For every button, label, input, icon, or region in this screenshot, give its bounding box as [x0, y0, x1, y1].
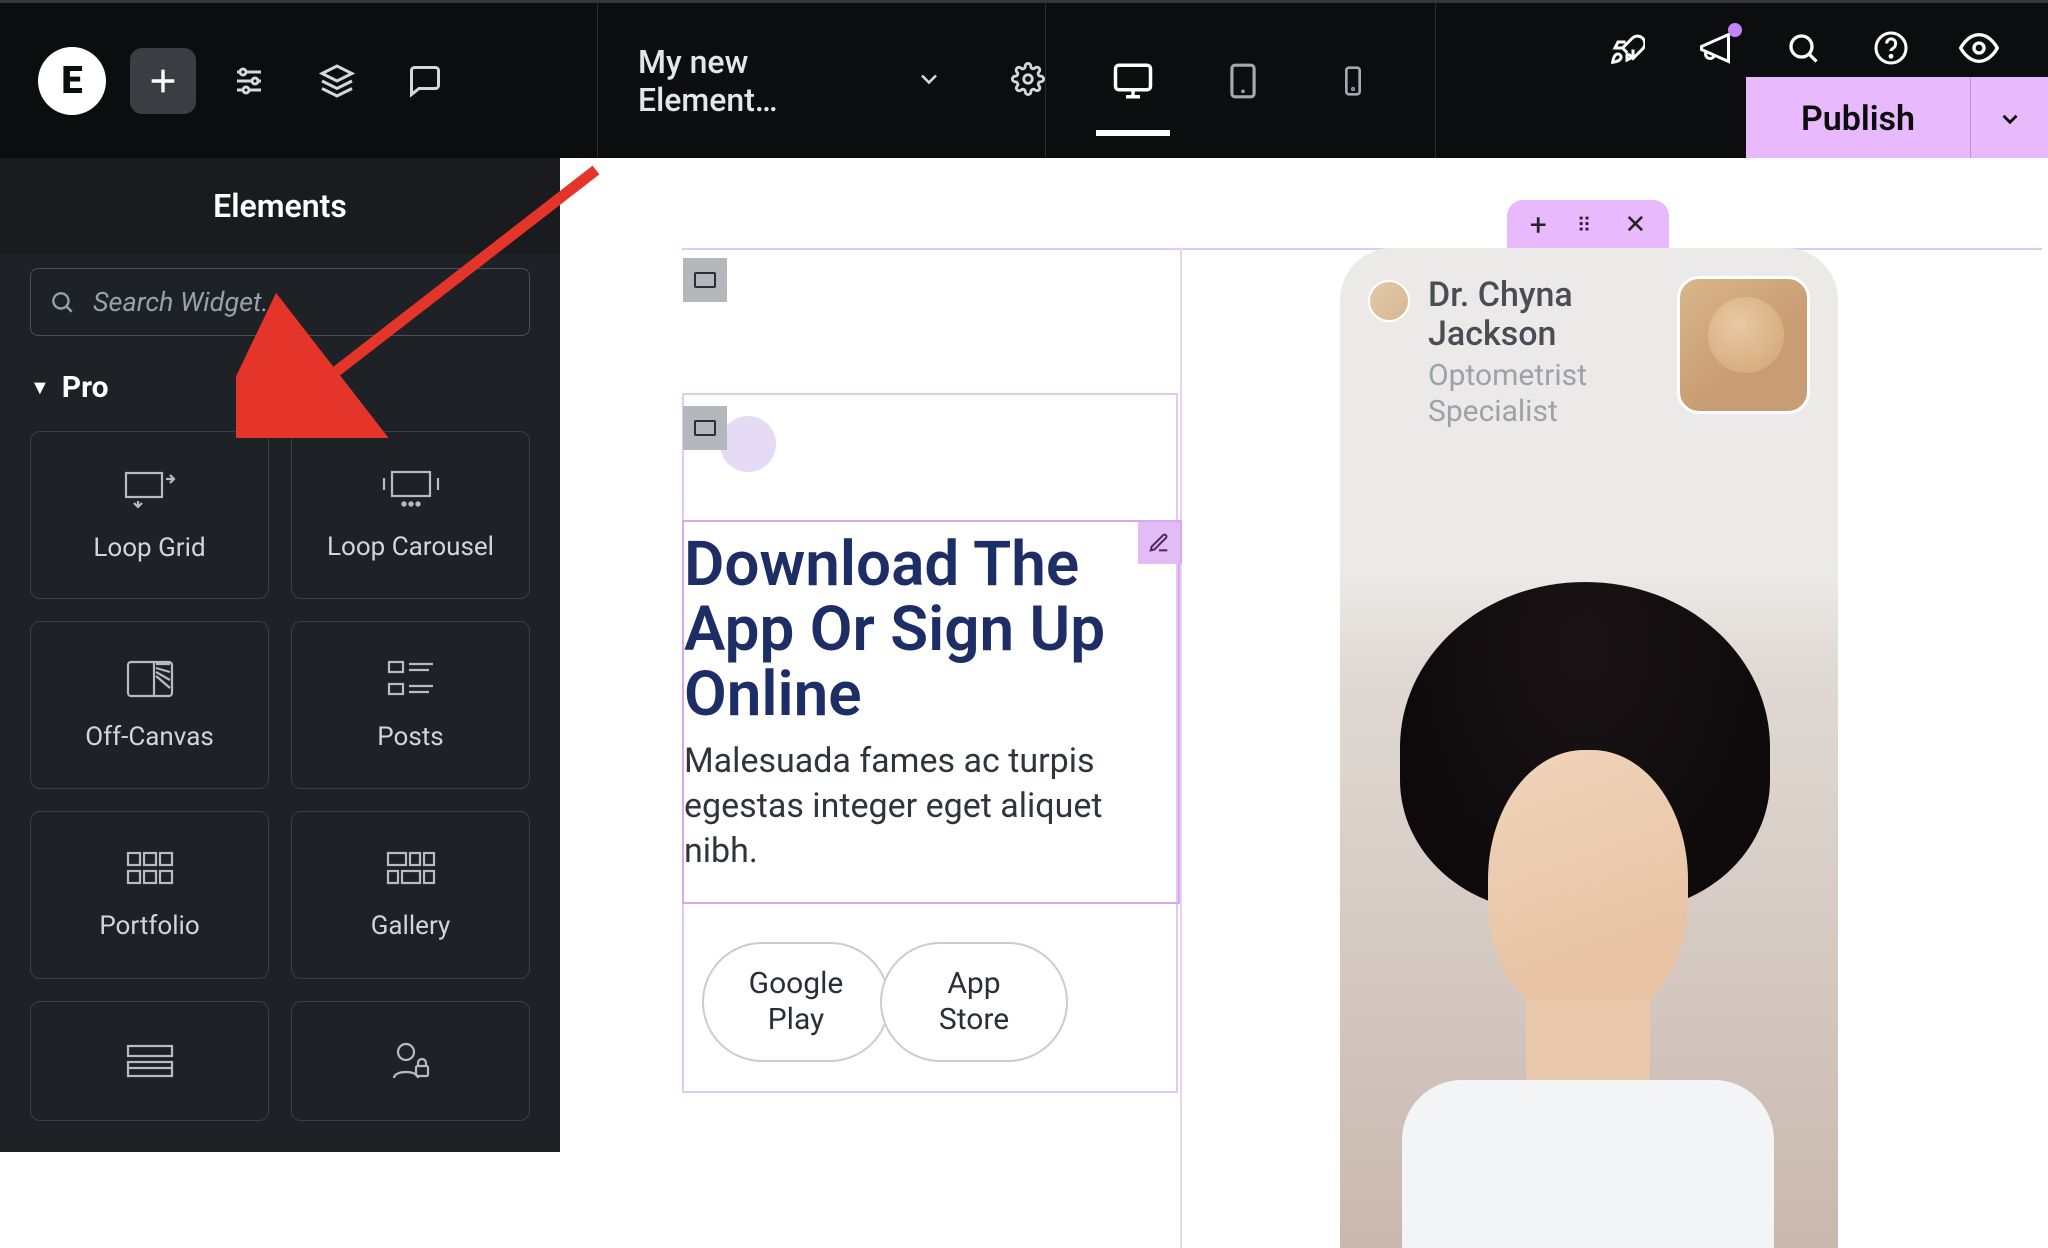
- section-add-icon[interactable]: +: [1530, 208, 1547, 243]
- search-icon[interactable]: [1782, 27, 1824, 69]
- heading-text: Download The App Or Sign Up Online: [684, 522, 1178, 739]
- widget-label: Gallery: [371, 911, 451, 941]
- widget-label: Loop Carousel: [327, 532, 494, 562]
- top-bar: E My new Element…: [0, 0, 2048, 158]
- section-handle: + ⠿ ✕: [1507, 200, 1669, 250]
- announcement-icon[interactable]: [1694, 27, 1736, 69]
- gallery-icon: [384, 849, 438, 889]
- widget-gallery[interactable]: Gallery: [291, 811, 530, 979]
- widget-label: Off-Canvas: [85, 722, 214, 752]
- container-handle-2[interactable]: [683, 406, 727, 450]
- widget-portfolio[interactable]: Portfolio: [30, 811, 269, 979]
- canvas: Download The App Or Sign Up Online Males…: [560, 158, 2048, 1152]
- column-divider: [1180, 248, 1182, 1248]
- phone-card-header: Dr. Chyna Jackson Optometrist Specialist: [1368, 276, 1810, 430]
- topbar-right: [1606, 15, 2048, 81]
- layers-icon[interactable]: [302, 48, 372, 114]
- widget-grid: Loop Grid Loop Carousel Off-Canvas Posts…: [0, 431, 560, 1121]
- publish-bar: Publish: [1746, 77, 2048, 161]
- doctor-name: Dr. Chyna Jackson: [1428, 276, 1659, 354]
- title-chevron-down-icon[interactable]: [915, 65, 943, 97]
- publish-options-caret[interactable]: [1970, 77, 2048, 161]
- widget-loop-grid[interactable]: Loop Grid: [30, 431, 269, 599]
- widget-label: Posts: [377, 722, 443, 752]
- document-title-group[interactable]: My new Element…: [598, 3, 1046, 158]
- store-btn-line2: Store: [939, 1002, 1009, 1037]
- document-title: My new Element…: [638, 43, 887, 119]
- widget-label: Loop Grid: [93, 533, 205, 563]
- search-input[interactable]: Search Widget...: [30, 268, 530, 336]
- user-lock-partial-icon: [390, 1040, 432, 1082]
- search-icon: [49, 289, 75, 315]
- add-element-button[interactable]: [130, 48, 196, 114]
- device-mobile[interactable]: [1298, 36, 1408, 126]
- comment-icon[interactable]: [390, 48, 460, 114]
- edit-widget-handle[interactable]: [1138, 520, 1182, 564]
- store-btn-line2: Play: [768, 1002, 825, 1037]
- container-handle-1[interactable]: [683, 258, 727, 302]
- phone-photo: [1340, 570, 1838, 1248]
- publish-button[interactable]: Publish: [1746, 77, 1970, 161]
- avatar-large: [1677, 276, 1810, 414]
- search-placeholder: Search Widget...: [93, 286, 282, 318]
- cursor-indicator: [720, 416, 776, 472]
- preview-eye-icon[interactable]: [1958, 27, 2000, 69]
- loop-carousel-icon: [380, 468, 442, 510]
- section-label: Pro: [62, 370, 109, 405]
- sidebar: Elements Search Widget... ▼ Pro Loop Gri…: [0, 158, 560, 1152]
- help-icon[interactable]: [1870, 27, 1912, 69]
- off-canvas-icon: [124, 658, 176, 700]
- device-tablet[interactable]: [1188, 36, 1298, 126]
- device-desktop[interactable]: [1078, 36, 1188, 126]
- widget-partial-1[interactable]: [30, 1001, 269, 1121]
- store-buttons: GooglePlay AppStore: [702, 942, 1068, 1062]
- posts-icon: [385, 658, 437, 700]
- section-pro[interactable]: ▼ Pro: [0, 354, 560, 431]
- device-toggles: [1046, 3, 1436, 158]
- doctor-role: Optometrist Specialist: [1428, 358, 1659, 430]
- widget-label: Portfolio: [99, 911, 199, 941]
- widget-posts[interactable]: Posts: [291, 621, 530, 789]
- elementor-logo[interactable]: E: [38, 47, 106, 115]
- notification-dot: [1728, 23, 1742, 37]
- sliders-icon[interactable]: [214, 48, 284, 114]
- body-text: Malesuada fames ac turpis egestas intege…: [684, 739, 1178, 874]
- topbar-left: E: [0, 3, 598, 158]
- text-widget-selected[interactable]: Download The App Or Sign Up Online Males…: [682, 520, 1180, 904]
- rocket-icon[interactable]: [1606, 27, 1648, 69]
- portfolio-icon: [124, 849, 176, 889]
- google-play-button[interactable]: GooglePlay: [702, 942, 890, 1062]
- phone-mockup: Dr. Chyna Jackson Optometrist Specialist: [1340, 248, 1838, 1248]
- sidebar-title: Elements: [0, 158, 560, 254]
- section-close-icon[interactable]: ✕: [1624, 210, 1646, 240]
- store-btn-line1: App: [947, 966, 1000, 1001]
- widget-off-canvas[interactable]: Off-Canvas: [30, 621, 269, 789]
- loop-grid-icon: [122, 467, 178, 511]
- store-btn-line1: Google: [749, 966, 844, 1001]
- avatar-small: [1368, 280, 1410, 322]
- settings-gear-icon[interactable]: [1011, 62, 1045, 100]
- widget-partial-2[interactable]: [291, 1001, 530, 1121]
- section-caret-icon: ▼: [30, 375, 50, 400]
- widget-loop-carousel[interactable]: Loop Carousel: [291, 431, 530, 599]
- search-wrap: Search Widget...: [0, 254, 560, 354]
- form-partial-icon: [124, 1042, 176, 1080]
- section-drag-icon[interactable]: ⠿: [1577, 213, 1595, 237]
- app-store-button[interactable]: AppStore: [880, 942, 1068, 1062]
